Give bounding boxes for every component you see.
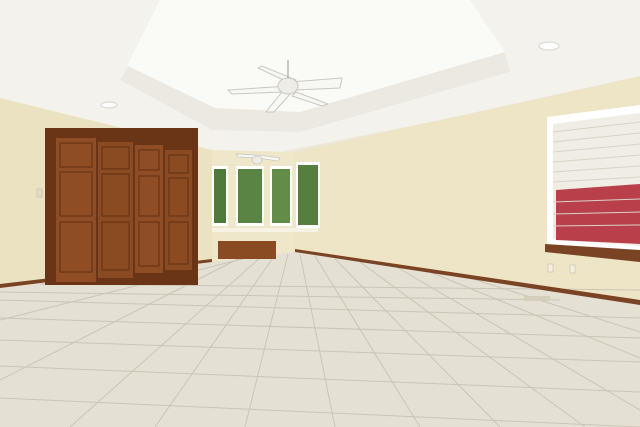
right-window	[545, 105, 640, 262]
closet-bifold-doors[interactable]	[56, 138, 192, 282]
light-switch	[36, 188, 43, 198]
wall-outlet	[569, 264, 576, 274]
window-seat-bench	[218, 241, 276, 259]
recessed-light	[100, 101, 118, 109]
wall-outlet	[547, 263, 554, 273]
window-sill	[212, 228, 318, 232]
floor-vent	[524, 296, 550, 301]
recessed-light	[538, 41, 560, 51]
room-scene	[0, 0, 640, 427]
